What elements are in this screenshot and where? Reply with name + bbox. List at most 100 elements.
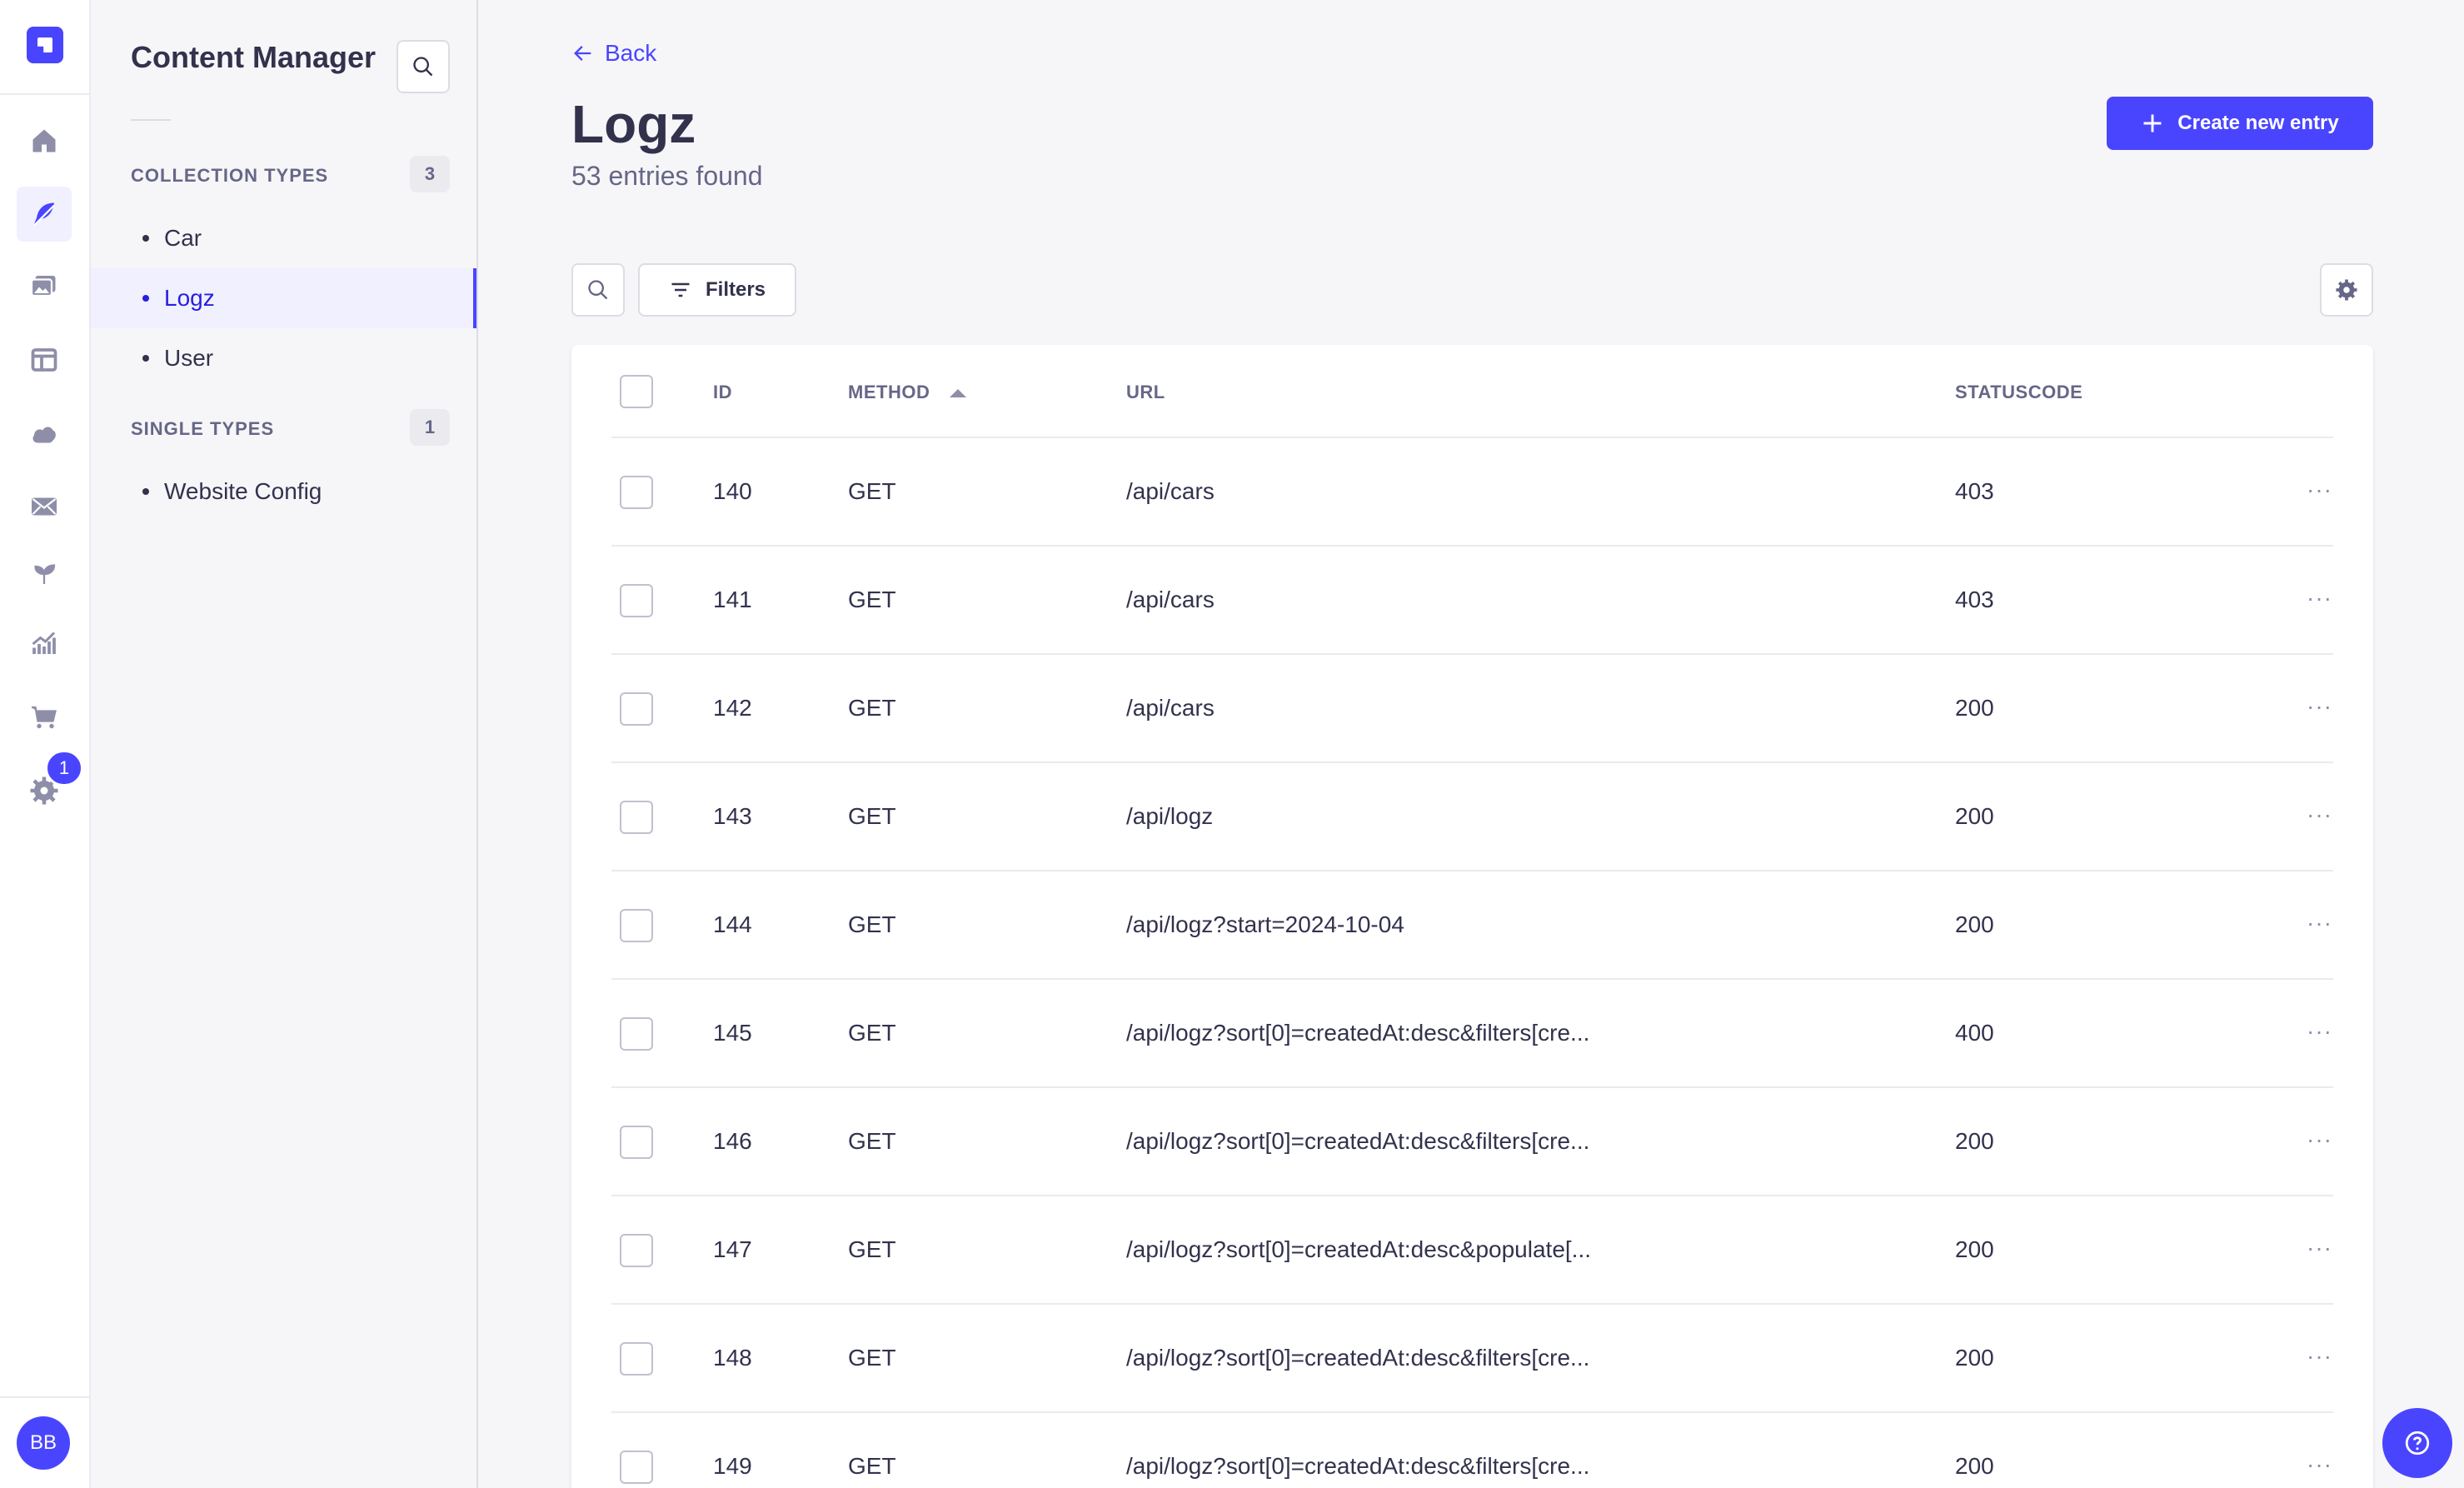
user-avatar[interactable]: BB [17,1416,70,1470]
cell-statuscode: 403 [1955,587,1994,612]
row-checkbox[interactable] [620,692,653,726]
sidebar-title: Content Manager [131,40,377,74]
back-label: Back [605,40,657,66]
create-new-entry-button[interactable]: Create new entry [2107,97,2373,150]
row-checkbox[interactable] [620,1342,653,1376]
row-more-actions-icon[interactable]: ··· [2307,477,2332,503]
cell-id: 141 [713,587,752,612]
table-row[interactable]: 145 GET/api/logz?sort[0]=createdAt:desc&f… [611,980,2333,1088]
media-library-icon[interactable] [17,258,72,313]
cell-method: GET [848,1236,896,1262]
cell-url: /api/cars [1126,695,1215,721]
strapi-logo[interactable] [27,27,63,63]
row-more-actions-icon[interactable]: ··· [2307,1451,2332,1478]
main-nav-rail: 1 BB [0,0,91,1488]
cell-id: 142 [713,695,752,721]
row-more-actions-icon[interactable]: ··· [2307,910,2332,936]
content-manager-icon[interactable] [17,187,72,242]
sort-ascending-icon [949,389,966,398]
home-icon[interactable] [17,113,72,168]
table-header: ID METHOD URL STATUSCODE [611,345,2333,438]
question-icon [2405,1431,2430,1456]
cell-url: /api/cars [1126,587,1215,612]
cart-icon[interactable] [17,690,72,745]
table-search-button[interactable] [571,263,625,317]
row-checkbox[interactable] [620,1017,653,1051]
column-header-label: METHOD [848,382,930,402]
cell-url: /api/logz?sort[0]=createdAt:desc&filters… [1126,1128,1590,1154]
cell-statuscode: 200 [1955,1345,1994,1371]
layout-icon[interactable] [17,332,72,387]
table-row[interactable]: 148 GET/api/logz?sort[0]=createdAt:desc&f… [611,1305,2333,1413]
cell-url: /api/cars [1126,478,1215,504]
single-types-heading[interactable]: SINGLE TYPES [131,418,274,440]
select-all-checkbox[interactable] [620,375,653,408]
row-checkbox[interactable] [620,476,653,509]
row-checkbox[interactable] [620,584,653,617]
sidebar-item-label: Logz [164,285,215,311]
table-row[interactable]: 140 GET/api/cars 403 ··· [611,438,2333,547]
row-more-actions-icon[interactable]: ··· [2307,1018,2332,1045]
table-row[interactable]: 143 GET/api/logz 200 ··· [611,763,2333,871]
cell-method: GET [848,478,896,504]
cloud-icon[interactable] [17,407,72,462]
cell-method: GET [848,1128,896,1154]
plugin-icon[interactable] [17,547,72,602]
row-checkbox[interactable] [620,1451,653,1484]
column-header-statuscode[interactable]: STATUSCODE [1955,382,2082,403]
column-header-url[interactable]: URL [1126,382,1165,403]
table-row[interactable]: 144 GET/api/logz?start=2024-10-04 200 ··· [611,871,2333,980]
cell-id: 143 [713,803,752,829]
sidebar-item-label: User [164,345,214,371]
column-header-id[interactable]: ID [713,382,732,403]
row-checkbox[interactable] [620,801,653,834]
email-icon[interactable] [17,479,72,534]
analytics-icon[interactable] [17,617,72,672]
table-settings-button[interactable] [2320,263,2373,317]
cell-method: GET [848,1453,896,1479]
cell-id: 149 [713,1453,752,1479]
table-row[interactable]: 141 GET/api/cars 403 ··· [611,547,2333,655]
table-row[interactable]: 149 GET/api/logz?sort[0]=createdAt:desc&f… [611,1413,2333,1488]
sidebar-item-logz[interactable]: Logz [91,268,476,328]
row-more-actions-icon[interactable]: ··· [2307,1126,2332,1153]
cell-id: 144 [713,911,752,937]
plus-icon [2143,114,2162,132]
table-row[interactable]: 142 GET/api/cars 200 ··· [611,655,2333,763]
filters-label: Filters [705,278,766,301]
filters-button[interactable]: Filters [638,263,796,317]
collection-types-count: 3 [410,156,450,192]
sidebar-item-user[interactable]: User [91,328,476,388]
row-more-actions-icon[interactable]: ··· [2307,1343,2332,1370]
cell-url: /api/logz?sort[0]=createdAt:desc&filters… [1126,1345,1590,1371]
row-more-actions-icon[interactable]: ··· [2307,585,2332,612]
row-checkbox[interactable] [620,1126,653,1159]
sidebar-search-button[interactable] [397,40,450,93]
cell-statuscode: 200 [1955,1128,1994,1154]
collection-types-heading[interactable]: COLLECTION TYPES [131,165,328,187]
table-row[interactable]: 147 GET/api/logz?sort[0]=createdAt:desc&p… [611,1196,2333,1305]
cell-statuscode: 403 [1955,478,1994,504]
row-more-actions-icon[interactable]: ··· [2307,801,2332,828]
sidebar-item-label: Car [164,225,202,251]
cell-method: GET [848,911,896,937]
help-button[interactable] [2382,1408,2452,1478]
table-row[interactable]: 146 GET/api/logz?sort[0]=createdAt:desc&f… [611,1088,2333,1196]
row-more-actions-icon[interactable]: ··· [2307,1235,2332,1261]
sidebar-item-car[interactable]: Car [91,208,476,268]
bullet [142,235,149,242]
cell-statuscode: 200 [1955,1453,1994,1479]
sidebar-item-website-config[interactable]: Website Config [91,462,476,522]
bullet [142,488,149,495]
cell-id: 148 [713,1345,752,1371]
row-checkbox[interactable] [620,909,653,942]
row-more-actions-icon[interactable]: ··· [2307,693,2332,720]
cell-id: 140 [713,478,752,504]
back-link[interactable]: Back [571,40,656,67]
create-button-label: Create new entry [2177,112,2339,134]
page-title: Logz [571,94,696,154]
cell-method: GET [848,695,896,721]
cell-url: /api/logz?sort[0]=createdAt:desc&filters… [1126,1453,1590,1479]
row-checkbox[interactable] [620,1234,653,1267]
column-header-method[interactable]: METHOD [848,382,967,403]
